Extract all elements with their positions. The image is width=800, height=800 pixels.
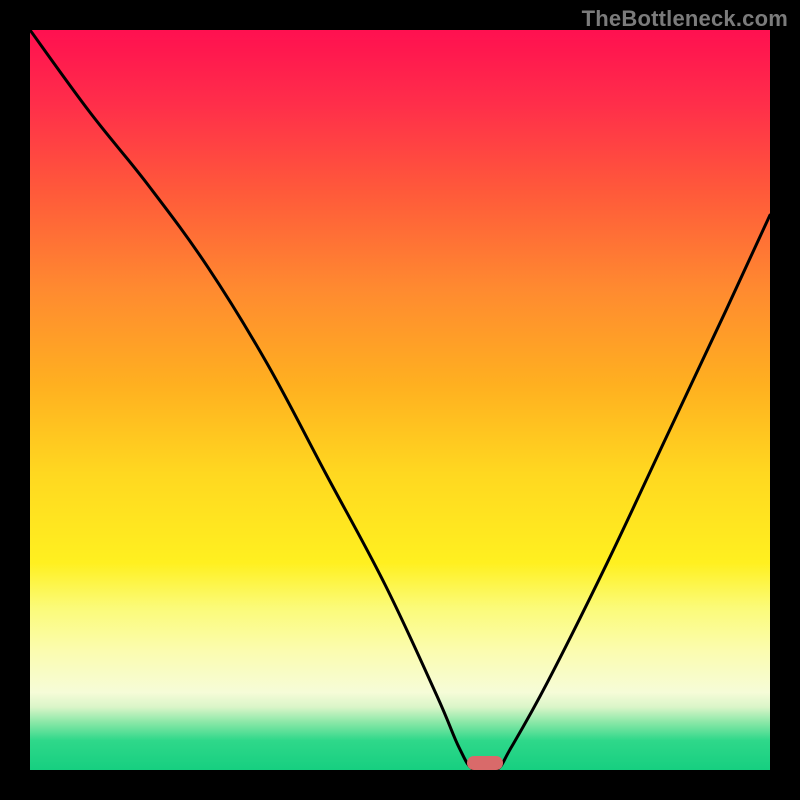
bottleneck-curve — [30, 30, 770, 770]
optimal-marker — [467, 756, 503, 770]
watermark-text: TheBottleneck.com — [582, 6, 788, 32]
chart-plot-area — [30, 30, 770, 770]
